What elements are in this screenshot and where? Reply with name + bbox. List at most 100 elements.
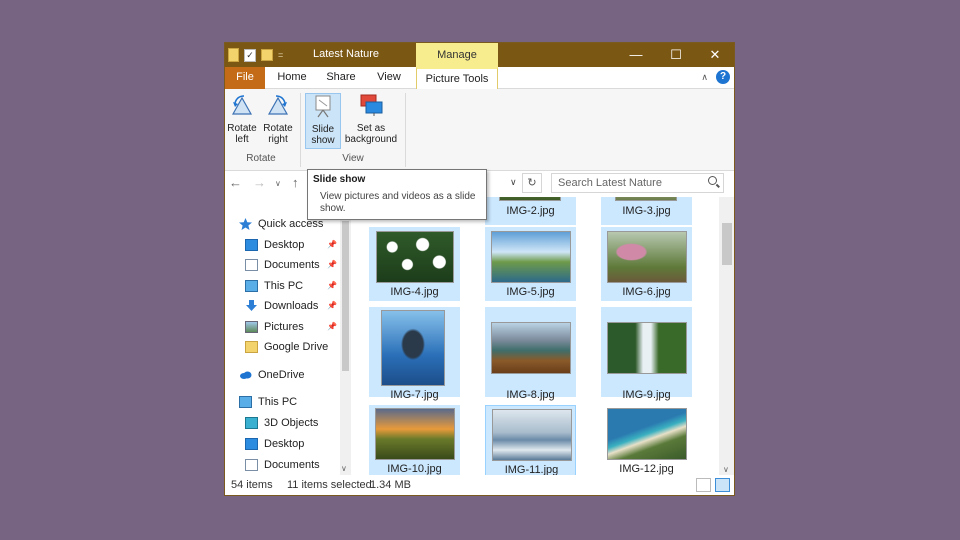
file-name: IMG-6.jpg	[622, 286, 671, 298]
nav-this-pc[interactable]: This PC	[239, 393, 297, 411]
file-name: IMG-9.jpg	[622, 389, 671, 401]
cloud-icon	[240, 371, 252, 379]
set-background-label-line2: background	[344, 134, 398, 145]
nav-documents-pc[interactable]: Documents	[245, 456, 320, 474]
file-tile-img-9[interactable]: IMG-9.jpg	[601, 307, 692, 401]
nav-downloads[interactable]: Downloads	[245, 297, 318, 315]
details-view-icon[interactable]	[696, 478, 711, 492]
nav-desktop[interactable]: Desktop	[245, 236, 304, 254]
collapse-ribbon-icon[interactable]: ∧	[701, 72, 708, 83]
nav-pictures[interactable]: Pictures	[245, 318, 304, 336]
nav-label: Google Drive	[264, 341, 329, 353]
address-dropdown-icon[interactable]: ∨	[510, 177, 517, 188]
cube-icon	[245, 417, 258, 429]
desktop-icon	[245, 438, 258, 450]
search-placeholder: Search Latest Nature	[558, 177, 662, 189]
pin-icon: 📌	[327, 301, 337, 310]
forward-arrow-icon[interactable]: →	[253, 175, 266, 190]
rotate-left-icon	[231, 95, 253, 115]
slide-show-button[interactable]: Slide show	[305, 93, 341, 149]
nav-label: 3D Objects	[264, 417, 319, 429]
ribbon-tabs: File Home Share View Picture Tools ∧ ?	[225, 67, 734, 89]
scroll-down-arrow-icon[interactable]: ∨	[723, 465, 729, 474]
slide-show-tooltip: Slide show View pictures and videos as a…	[307, 169, 487, 220]
window-title: Latest Nature	[313, 48, 380, 60]
content-scrollbar[interactable]: ∨	[719, 197, 734, 475]
file-tile-img-10[interactable]: IMG-10.jpg	[369, 405, 460, 475]
nav-label: Downloads	[264, 300, 319, 312]
file-tile-img-6[interactable]: IMG-6.jpg	[601, 227, 692, 301]
title-bar: ✓ = Latest Nature Manage — ☐ ✕	[225, 43, 734, 67]
nav-google-drive[interactable]: Google Drive	[245, 338, 328, 356]
ribbon: Rotate left Rotate right Rotate Slide sh…	[225, 89, 734, 171]
tooltip-text: View pictures and videos as a slide show…	[320, 191, 476, 214]
file-name: IMG-3.jpg	[622, 205, 671, 217]
rotate-left-button[interactable]: Rotate left	[225, 93, 259, 145]
download-icon	[246, 300, 257, 311]
thumbnail	[375, 408, 455, 460]
file-tile-img-11[interactable]: IMG-11.jpg	[485, 405, 576, 475]
maximize-button[interactable]: ☐	[656, 43, 696, 67]
up-arrow-icon[interactable]: ↑	[292, 175, 299, 190]
file-name: IMG-7.jpg	[390, 389, 439, 401]
thumbnail	[491, 322, 571, 374]
folder-icon	[228, 48, 239, 62]
set-as-background-button[interactable]: Set as background	[343, 93, 399, 145]
rotate-right-button[interactable]: Rotate right	[261, 93, 295, 145]
tab-file[interactable]: File	[225, 67, 265, 89]
nav-this-pc-quick[interactable]: This PC	[245, 277, 303, 295]
slide-show-icon	[315, 95, 331, 118]
file-name: IMG-10.jpg	[387, 463, 442, 475]
scroll-down-arrow-icon[interactable]: ∨	[341, 464, 347, 473]
file-name: IMG-4.jpg	[390, 286, 439, 298]
slide-show-label-line1: Slide	[311, 124, 335, 135]
nav-label: OneDrive	[258, 369, 305, 381]
new-folder-icon[interactable]	[261, 49, 273, 61]
manage-context-header: Manage	[416, 43, 498, 67]
thumbnail	[607, 231, 687, 283]
nav-scrollbar[interactable]: ∨	[340, 205, 351, 475]
file-tile-img-3[interactable]: IMG-3.jpg	[601, 197, 692, 225]
file-tile-img-2[interactable]: IMG-2.jpg	[485, 197, 576, 225]
nav-label: Documents	[264, 459, 320, 471]
recent-locations-icon[interactable]: ∨	[275, 179, 281, 188]
rotate-left-label-line2: left	[235, 134, 249, 145]
tab-home[interactable]: Home	[270, 67, 314, 89]
back-arrow-icon[interactable]: ←	[229, 175, 242, 190]
nav-desktop-pc[interactable]: Desktop	[245, 435, 304, 453]
large-icons-view-icon[interactable]	[715, 478, 730, 492]
file-name: IMG-12.jpg	[619, 463, 674, 475]
properties-icon[interactable]: ✓	[244, 48, 256, 62]
folder-icon	[245, 341, 258, 353]
tab-picture-tools[interactable]: Picture Tools	[416, 67, 498, 89]
computer-icon	[239, 396, 252, 408]
help-icon[interactable]: ?	[716, 70, 730, 84]
file-tile-img-4[interactable]: IMG-4.jpg	[369, 227, 460, 301]
nav-onedrive[interactable]: OneDrive	[239, 366, 304, 384]
set-background-icon	[360, 94, 383, 116]
close-button[interactable]: ✕	[695, 43, 734, 67]
thumbnail	[491, 231, 571, 283]
nav-3d-objects[interactable]: 3D Objects	[245, 414, 318, 432]
customize-toolbar-icon[interactable]: =	[278, 50, 283, 60]
refresh-button[interactable]: ↻	[522, 173, 542, 193]
file-name: IMG-2.jpg	[506, 205, 555, 217]
tab-share[interactable]: Share	[321, 67, 361, 89]
file-tile-img-5[interactable]: IMG-5.jpg	[485, 227, 576, 301]
file-name: IMG-5.jpg	[506, 286, 555, 298]
tab-view[interactable]: View	[368, 67, 410, 89]
view-group-label: View	[342, 153, 364, 164]
minimize-button[interactable]: —	[616, 43, 656, 67]
file-tile-img-12[interactable]: IMG-12.jpg	[601, 405, 692, 475]
pictures-icon	[245, 321, 258, 333]
search-input[interactable]: Search Latest Nature	[551, 173, 724, 193]
file-tile-img-8[interactable]: IMG-8.jpg	[485, 307, 576, 401]
star-icon	[239, 218, 252, 230]
search-icon	[708, 176, 717, 185]
nav-documents[interactable]: Documents	[245, 256, 320, 274]
nav-label: This PC	[264, 280, 304, 292]
file-tile-img-7[interactable]: IMG-7.jpg	[369, 307, 460, 401]
thumbnail	[607, 408, 687, 460]
nav-scroll-thumb[interactable]	[342, 221, 349, 371]
content-scroll-thumb[interactable]	[722, 223, 732, 265]
